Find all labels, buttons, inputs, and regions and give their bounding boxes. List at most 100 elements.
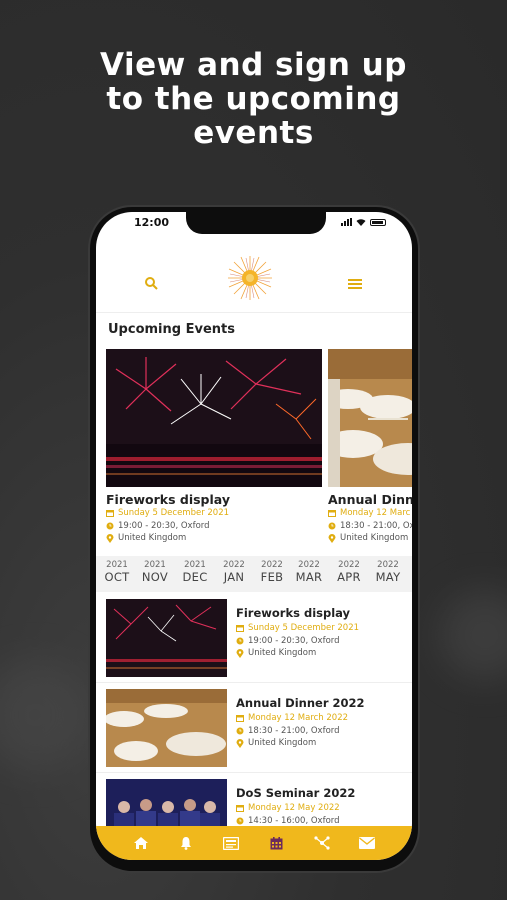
battery-icon	[370, 219, 386, 226]
month-tab-feb[interactable]: 2022 FEB	[253, 560, 291, 584]
event-date-text: Sunday 5 December 2021	[248, 623, 360, 633]
event-info: Fireworks display Sunday 5 December 2021…	[236, 606, 359, 660]
month-label: APR	[337, 570, 361, 584]
featured-event-card[interactable]: Annual Dinn Monday 12 Marc 18:30 - 21:00…	[328, 349, 412, 545]
event-title[interactable]: Fireworks display	[236, 606, 359, 620]
month-year: 2022	[298, 560, 320, 570]
month-label: NOV	[141, 570, 169, 584]
fireworks-thumbnail	[106, 599, 227, 677]
event-time: 19:00 - 20:30, Oxford	[236, 635, 359, 648]
top-bar	[96, 252, 412, 312]
month-tab-apr[interactable]: 2022 APR	[330, 560, 368, 584]
event-location-text: United Kingdom	[118, 533, 187, 543]
event-time-text: 19:00 - 20:30, Oxford	[248, 635, 340, 646]
month-label: MAY	[375, 570, 401, 584]
event-title[interactable]: Annual Dinn	[328, 492, 412, 507]
event-date-text: Sunday 5 December 2021	[118, 508, 230, 518]
network-icon	[314, 836, 330, 850]
event-date-text: Monday 12 March 2022	[248, 713, 349, 723]
location-pin-icon	[328, 533, 336, 543]
month-tab-oct[interactable]: 2021 OCT	[98, 560, 136, 584]
clock-icon	[236, 637, 244, 645]
dinner-table-image	[328, 349, 412, 487]
featured-event-card[interactable]: Fireworks display Sunday 5 December 2021…	[106, 349, 322, 545]
event-time-text: 18:30 - 21:00, Oxford	[248, 725, 340, 736]
headline-line-1: View and sign up	[100, 47, 407, 83]
month-label: FEB	[260, 570, 284, 584]
event-time-text: 19:00 - 20:30, Oxford	[118, 520, 210, 531]
clock-icon	[236, 727, 244, 735]
calendar-icon	[236, 805, 244, 813]
clock-icon	[106, 522, 114, 530]
month-label: DEC	[182, 570, 208, 584]
clock-icon	[236, 817, 244, 825]
month-tab-mar[interactable]: 2022 MAR	[290, 560, 328, 584]
tab-network[interactable]	[312, 833, 332, 853]
list-item[interactable]: Fireworks display Sunday 5 December 2021…	[96, 592, 412, 683]
month-label: OCT	[104, 570, 130, 584]
fireworks-image	[106, 349, 322, 487]
event-location-text: United Kingdom	[248, 648, 317, 658]
month-tab-jan[interactable]: 2022 JAN	[215, 560, 253, 584]
month-tab-may[interactable]: 2022 MAY	[369, 560, 407, 584]
tab-home[interactable]	[131, 833, 151, 853]
event-date: Sunday 5 December 2021	[106, 507, 322, 520]
event-date-text: Monday 12 May 2022	[248, 803, 340, 813]
calendar-icon	[236, 625, 244, 633]
clock-icon	[328, 522, 336, 530]
month-tab-dec[interactable]: 2021 DEC	[176, 560, 214, 584]
calendar-icon	[328, 510, 336, 518]
event-location: United Kingdom	[236, 737, 365, 750]
event-title[interactable]: DoS Seminar 2022	[236, 786, 355, 800]
background-blur	[0, 660, 90, 770]
event-date: Sunday 5 December 2021	[236, 622, 359, 635]
calendar-icon	[270, 836, 283, 849]
mail-icon	[359, 837, 376, 849]
location-pin-icon	[236, 648, 244, 658]
headline-line-2: to the upcoming	[106, 81, 401, 117]
month-year: 2021	[106, 560, 128, 570]
month-label: JAN	[223, 570, 245, 584]
bell-icon	[180, 837, 191, 850]
list-item[interactable]: Annual Dinner 2022 Monday 12 March 2022 …	[96, 682, 412, 773]
event-time: 19:00 - 20:30, Oxford	[106, 520, 322, 533]
signal-icon	[341, 218, 352, 226]
tab-events[interactable]	[267, 833, 287, 853]
event-date: Monday 12 May 2022	[236, 802, 355, 815]
month-year: 2022	[223, 560, 245, 570]
month-filter-bar[interactable]: 2021 OCT 2021 NOV 2021 DEC 2022 JAN 2022 FEB …	[96, 556, 412, 592]
status-time: 12:00	[134, 216, 170, 229]
event-date: Monday 12 March 2022	[236, 712, 365, 725]
event-location: United Kingdom	[236, 647, 359, 660]
tab-messages[interactable]	[357, 833, 377, 853]
bottom-tab-bar	[96, 826, 412, 860]
event-location: United Kingdom	[106, 532, 322, 545]
event-date-text: Monday 12 Marc	[340, 508, 411, 518]
tab-news[interactable]	[221, 833, 241, 853]
hamburger-menu-icon[interactable]	[348, 278, 362, 290]
month-tab-nov[interactable]: 2021 NOV	[136, 560, 174, 584]
event-title[interactable]: Annual Dinner 2022	[236, 696, 365, 710]
location-pin-icon	[236, 738, 244, 748]
calendar-icon	[236, 715, 244, 723]
status-icons	[341, 218, 386, 226]
featured-events-carousel[interactable]: Fireworks display Sunday 5 December 2021…	[106, 349, 412, 549]
month-label: MAR	[295, 570, 323, 584]
month-year: 2022	[338, 560, 360, 570]
dinner-thumbnail	[106, 689, 227, 767]
event-date: Monday 12 Marc	[328, 507, 412, 520]
month-year: 2021	[144, 560, 166, 570]
month-year: 2022	[377, 560, 399, 570]
calendar-icon	[106, 510, 114, 518]
headline-line-3: events	[193, 115, 314, 151]
month-year: 2021	[184, 560, 206, 570]
section-title: Upcoming Events	[108, 322, 235, 337]
event-info: DoS Seminar 2022 Monday 12 May 2022 14:3…	[236, 786, 355, 827]
tab-notifications[interactable]	[176, 833, 196, 853]
event-time: 18:30 - 21:00, Oxford	[236, 725, 365, 738]
background-blur	[440, 590, 507, 680]
event-title[interactable]: Fireworks display	[106, 492, 322, 507]
event-location-text: United Kingdom	[248, 738, 317, 748]
app-screen: 12:00 Upcoming Events Fireworks display …	[96, 212, 412, 860]
search-icon[interactable]	[144, 276, 158, 290]
